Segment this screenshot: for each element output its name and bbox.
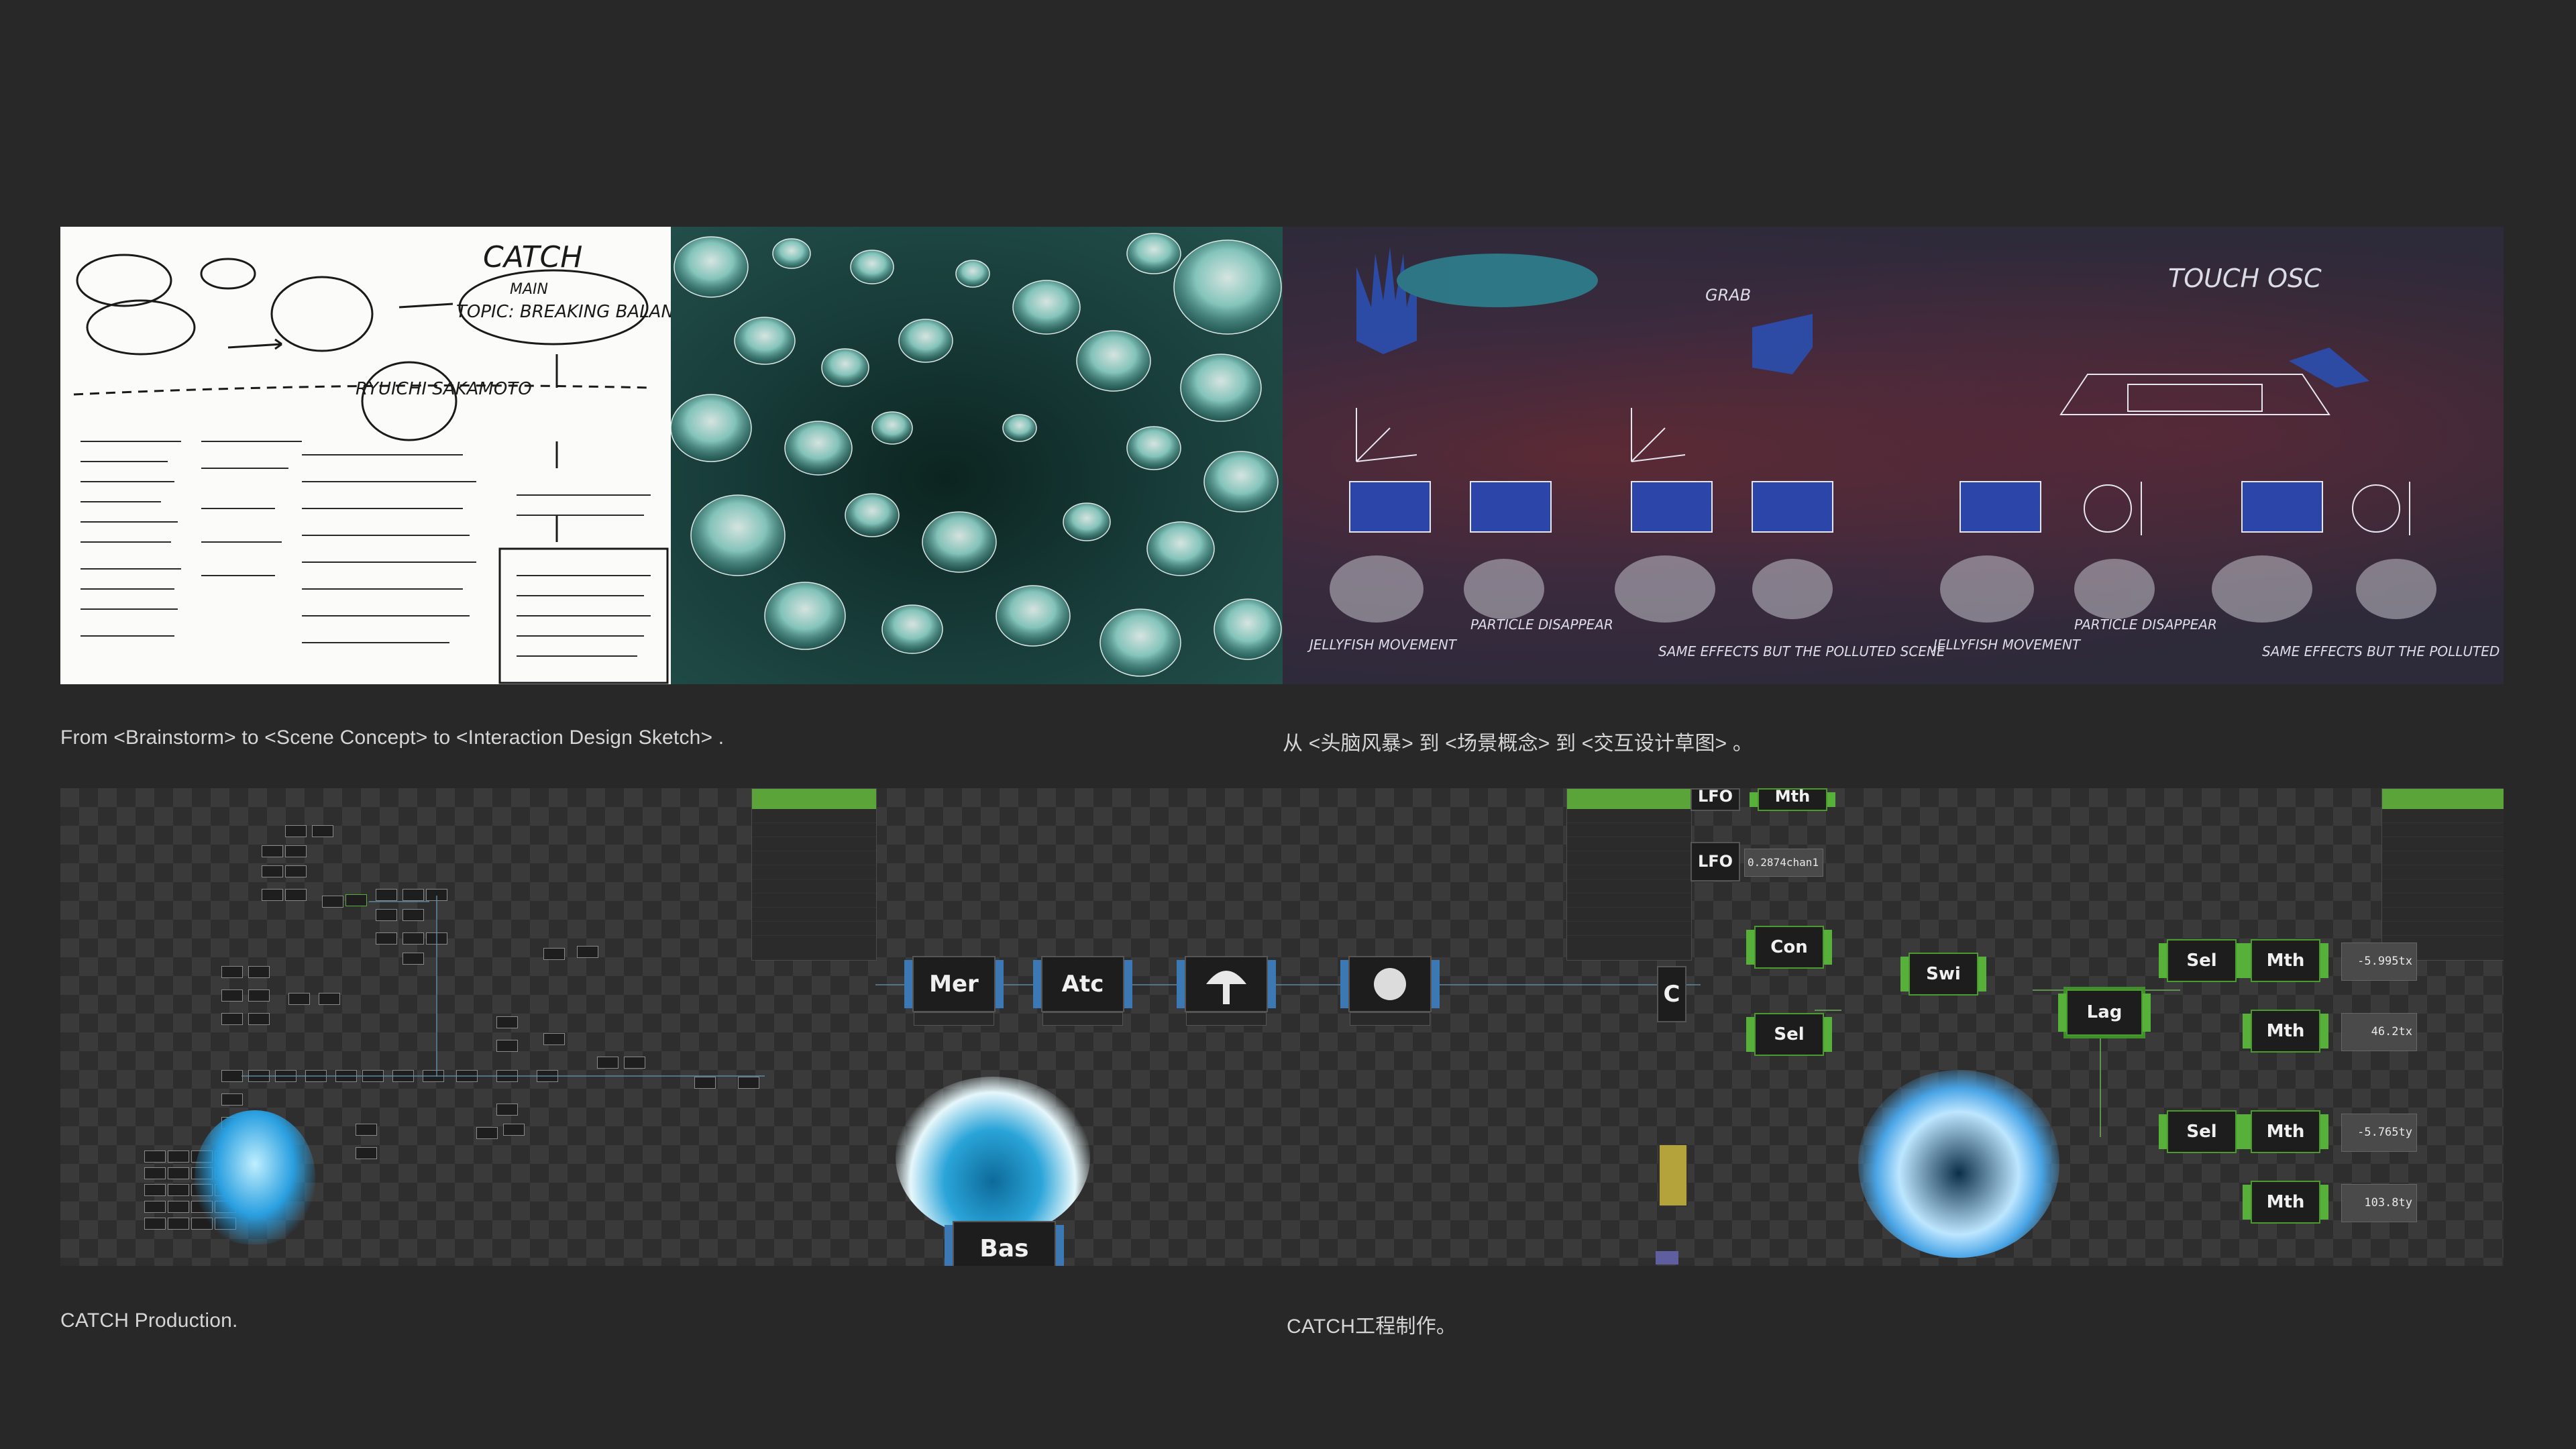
sketch-artist: RYUICHI SAKAMOTO xyxy=(356,379,532,399)
jellyfish-preview-1 xyxy=(195,1110,315,1244)
node-merge[interactable]: Mer xyxy=(904,956,1004,1026)
brainstorm-sketch-image: CATCH MAIN TOPIC: BREAKING BALANCE RYUIC… xyxy=(60,227,671,684)
node-math-3[interactable]: Mth xyxy=(2243,1110,2328,1153)
value-tx-2: 46.2tx xyxy=(2341,1013,2417,1051)
value-ty-1: -5.765ty xyxy=(2341,1114,2417,1152)
node-partial-c[interactable]: C xyxy=(1657,966,1686,1022)
node-texture[interactable] xyxy=(1177,956,1276,1026)
production-caption-en: CATCH Production. xyxy=(60,1309,238,1332)
mushroom-icon xyxy=(1206,971,1246,1004)
idsketch-label-same-1: SAME EFFECTS BUT THE POLLUTED SCENE xyxy=(1658,643,1945,659)
interaction-sketch-drawing: TOUCH OSC GRAB JELLYFISH MOVEMENT PARTIC… xyxy=(1307,247,2504,659)
jellyfish-scene-image xyxy=(671,227,1283,684)
node-select-3[interactable]: Sel xyxy=(2159,1110,2245,1153)
value-tx-1: -5.995tx xyxy=(2341,943,2417,981)
idsketch-label-particle-2: PARTICLE DISAPPEAR xyxy=(2074,616,2217,633)
node-math-2[interactable]: Mth xyxy=(2243,1010,2328,1053)
node-math-top[interactable]: Mth xyxy=(1750,788,1835,811)
node-math-4[interactable]: Mth xyxy=(2243,1181,2328,1224)
idsketch-label-same-2: SAME EFFECTS BUT THE POLLUTED SCENE xyxy=(2262,643,2504,659)
brainstorm-sketch-drawing: CATCH MAIN TOPIC: BREAKING BALANCE RYUIC… xyxy=(73,240,671,684)
sketch-title: CATCH xyxy=(483,240,582,274)
value-chan: 0.2874chan1 xyxy=(1744,849,1823,877)
sketch-topic: TOPIC: BREAKING BALANCE xyxy=(456,302,671,322)
node-select-1[interactable]: Sel xyxy=(1746,1013,1832,1056)
production-caption-zh: CATCH工程制作。 xyxy=(1287,1316,1457,1338)
node-attribute-create[interactable]: Atc xyxy=(1033,956,1132,1026)
node-select-2[interactable]: Sel xyxy=(2159,939,2245,982)
process-caption-zh: 从 <头脑风暴> 到 <场景概念> 到 <交互设计草图> 。 xyxy=(1283,733,1754,755)
jellyfish-preview-3 xyxy=(1858,1070,2059,1258)
jellyfish-painting xyxy=(671,233,1282,677)
node-constant[interactable]: Con xyxy=(1746,926,1832,969)
idsketch-title: TOUCH OSC xyxy=(2168,264,2322,293)
node-lfo-1[interactable]: LFO xyxy=(1690,788,1740,811)
jellyfish-preview-2 xyxy=(896,1077,1090,1238)
node-partial-yellow[interactable] xyxy=(1658,1144,1688,1207)
idsketch-grab: GRAB xyxy=(1705,286,1751,305)
sketch-main: MAIN xyxy=(510,281,548,298)
node-partial-purple[interactable] xyxy=(1656,1251,1678,1265)
node-math-1[interactable]: Mth xyxy=(2243,939,2328,982)
node-base[interactable]: Bas xyxy=(945,1221,1064,1266)
lag-parameter-panel-1[interactable] xyxy=(751,788,877,961)
idsketch-label-jelly-1: JELLYFISH MOVEMENT xyxy=(1307,637,1458,653)
node-lfo-2[interactable]: LFO xyxy=(1690,842,1740,881)
lag-parameter-panel-3[interactable] xyxy=(2381,788,2504,961)
sphere-icon xyxy=(1374,968,1406,1000)
node-import[interactable] xyxy=(1340,956,1440,1026)
lag-parameter-panel-2[interactable] xyxy=(1566,788,1692,961)
idsketch-label-particle-1: PARTICLE DISAPPEAR xyxy=(1470,616,1613,633)
node-lag[interactable]: Lag xyxy=(2058,989,2151,1036)
node-switch[interactable]: Swi xyxy=(1900,953,1986,996)
process-caption-en: From <Brainstorm> to <Scene Concept> to … xyxy=(60,727,724,749)
node-editor-canvas[interactable]: Mer Atc Bas C LFO LFO Mth 0.2874chan1 Co… xyxy=(60,788,2504,1266)
interaction-design-sketch-image: TOUCH OSC GRAB JELLYFISH MOVEMENT PARTIC… xyxy=(1283,227,2504,684)
value-ty-2: 103.8ty xyxy=(2341,1184,2417,1222)
idsketch-label-jelly-2: JELLYFISH MOVEMENT xyxy=(1931,637,2082,653)
